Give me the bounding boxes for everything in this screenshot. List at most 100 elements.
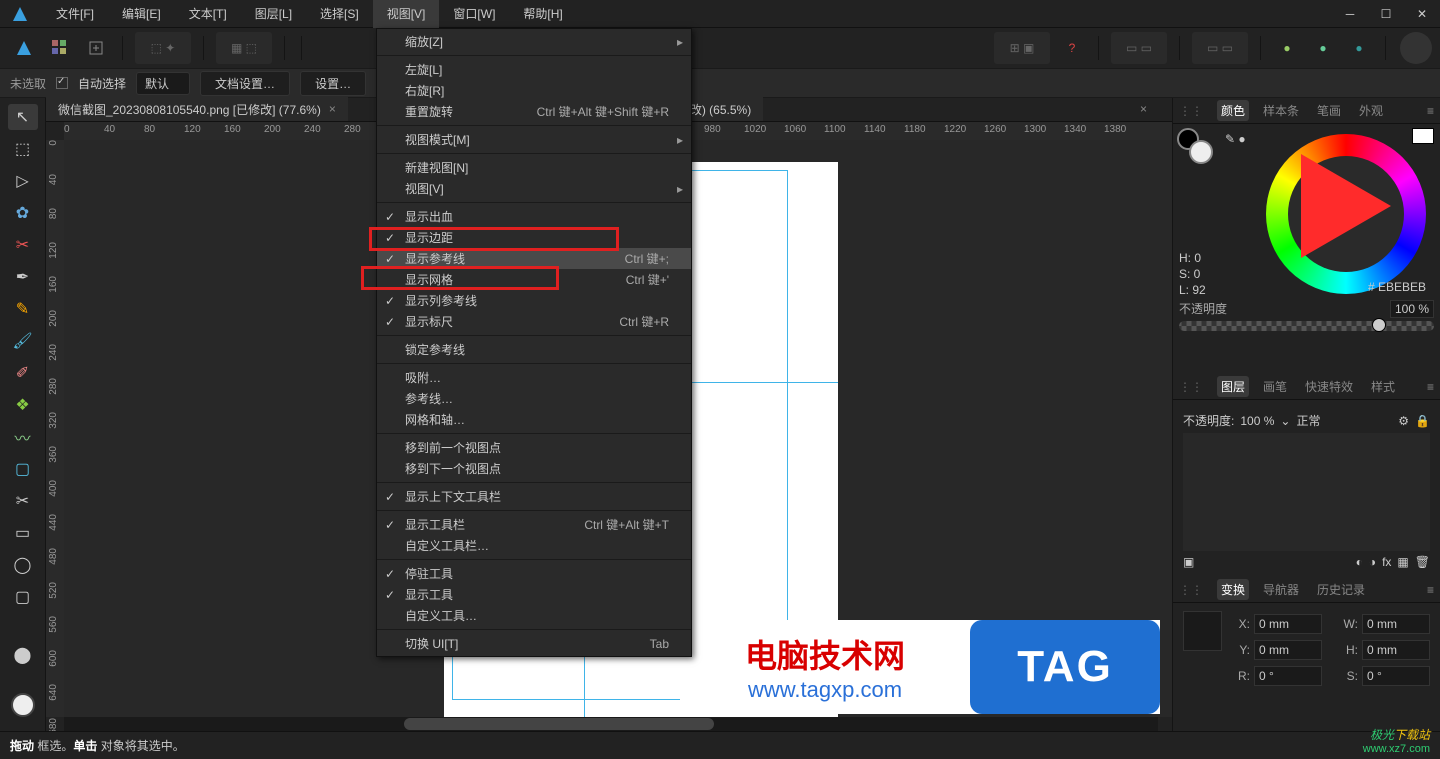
account-avatar[interactable] <box>1400 32 1432 64</box>
tab-navigator[interactable]: 导航器 <box>1259 579 1303 600</box>
node-tool[interactable]: ▷ <box>8 168 38 194</box>
menu-item-show-tools[interactable]: ✓显示工具 <box>377 584 691 605</box>
ellipse-tool[interactable]: ◯ <box>8 552 38 578</box>
toolbar-align[interactable]: ⊞ ▣ <box>994 32 1050 64</box>
panel-grip-icon[interactable]: ⋮⋮ <box>1179 380 1203 394</box>
transform-h[interactable]: 0 mm <box>1362 640 1430 660</box>
menu-item-toggle-ui[interactable]: 切换 UI[T]Tab <box>377 633 691 654</box>
layer-fx-icon[interactable]: fx <box>1382 555 1391 569</box>
tab-layers[interactable]: 图层 <box>1217 376 1249 397</box>
panel-menu-icon[interactable]: ≡ <box>1427 380 1434 394</box>
menu-item-show-bleed[interactable]: ✓显示出血 <box>377 206 691 227</box>
gear-tool-icon[interactable]: ✿ <box>8 200 38 226</box>
menu-item-show-toolbar[interactable]: ✓显示工具栏Ctrl 键+Alt 键+T <box>377 514 691 535</box>
toolbar-circle-3-icon[interactable]: ● <box>1343 32 1375 64</box>
transform-w[interactable]: 0 mm <box>1362 614 1430 634</box>
opacity-slider[interactable] <box>1179 321 1434 331</box>
menu-file[interactable]: 文件[F] <box>42 0 108 28</box>
brush-tool[interactable]: 🖌 <box>8 328 38 354</box>
transform-r[interactable]: 0 ° <box>1254 666 1322 686</box>
layer-settings-icon[interactable]: ⚙ <box>1398 414 1409 428</box>
persona-pixel-icon[interactable] <box>44 32 76 64</box>
current-color-swatch[interactable] <box>1412 128 1434 144</box>
persona-designer-icon[interactable] <box>8 32 40 64</box>
tab-2-close-icon[interactable]: × <box>1140 102 1147 116</box>
menu-item-guides-dialog[interactable]: 参考线… <box>377 388 691 409</box>
transform-y[interactable]: 0 mm <box>1254 640 1322 660</box>
horizontal-scrollbar[interactable] <box>64 717 1158 731</box>
layer-lock-icon[interactable]: 🔒 <box>1415 414 1430 428</box>
crop-tool[interactable]: ✂ <box>8 488 38 514</box>
menu-item-snap[interactable]: 吸附… <box>377 367 691 388</box>
shapes-tool[interactable]: ❖ <box>8 392 38 418</box>
menu-item-show-grid[interactable]: 显示网格Ctrl 键+' <box>377 269 691 290</box>
menu-layer[interactable]: 图层[L] <box>241 0 306 28</box>
layer-adjust-icon[interactable]: ◑ <box>1369 555 1376 569</box>
menu-item-new-view[interactable]: 新建视图[N] <box>377 157 691 178</box>
menu-item-reset-rotation[interactable]: 重置旋转Ctrl 键+Alt 键+Shift 键+R <box>377 101 691 122</box>
eyedropper-tool[interactable]: ✐ <box>8 360 38 386</box>
knife-tool[interactable]: ✂ <box>8 232 38 258</box>
document-settings-button[interactable]: 文档设置… <box>200 71 290 96</box>
tab-stroke[interactable]: 笔画 <box>1313 100 1345 121</box>
menu-item-grid-axis[interactable]: 网格和轴… <box>377 409 691 430</box>
window-minimize[interactable]: ─ <box>1332 0 1368 28</box>
eyedropper-icon[interactable]: ✎ ● <box>1225 132 1246 146</box>
layer-delete-icon[interactable]: 🗑 <box>1415 555 1430 569</box>
menu-edit[interactable]: 编辑[E] <box>108 0 175 28</box>
tab-history[interactable]: 历史记录 <box>1313 579 1369 600</box>
auto-select-checkbox[interactable] <box>56 77 68 89</box>
menu-text[interactable]: 文本[T] <box>175 0 241 28</box>
layer-btn-1[interactable]: ▣ <box>1183 555 1194 569</box>
menu-item-show-margins[interactable]: ✓显示边距 <box>377 227 691 248</box>
opacity-value[interactable]: 100 % <box>1390 300 1434 318</box>
tab-swatches[interactable]: 样本条 <box>1259 100 1303 121</box>
toolbar-circle-1-icon[interactable]: ● <box>1271 32 1303 64</box>
color-wheel[interactable] <box>1266 134 1426 294</box>
toolbar-help-icon[interactable]: ? <box>1056 32 1088 64</box>
blend-mode-dropdown[interactable]: 正常 <box>1296 412 1320 429</box>
tab-transform[interactable]: 变换 <box>1217 579 1249 600</box>
menu-item-custom-toolbar[interactable]: 自定义工具栏… <box>377 535 691 556</box>
layer-opacity-value[interactable]: 100 % <box>1240 414 1274 428</box>
window-maximize[interactable]: ☐ <box>1368 0 1404 28</box>
color-swatch[interactable] <box>11 693 35 717</box>
menu-window[interactable]: 窗口[W] <box>439 0 509 28</box>
persona-export-icon[interactable] <box>80 32 112 64</box>
menu-item-rotate-right[interactable]: 右旋[R] <box>377 80 691 101</box>
toolbar-group-4[interactable]: ▭ ▭ <box>1192 32 1248 64</box>
panel-menu-icon[interactable]: ≡ <box>1427 104 1434 118</box>
hand-tool[interactable]: ⬤ <box>8 642 38 668</box>
panel-grip-icon[interactable]: ⋮⋮ <box>1179 583 1203 597</box>
menu-view[interactable]: 视图[V] <box>373 0 440 28</box>
toolbar-group-3[interactable]: ▭ ▭ <box>1111 32 1167 64</box>
tab-appearance[interactable]: 外观 <box>1355 100 1387 121</box>
layer-add-icon[interactable]: ▦ <box>1397 555 1408 569</box>
tab-1-close-icon[interactable]: × <box>329 102 336 116</box>
document-tab-1[interactable]: 微信截图_20230808105540.png [已修改] (77.6%) × <box>46 97 348 121</box>
toolbar-group-2[interactable]: ▦ ⬚ <box>216 32 272 64</box>
toolbar-circle-2-icon[interactable]: ● <box>1307 32 1339 64</box>
pencil-tool[interactable]: ✎ <box>8 296 38 322</box>
image-tool[interactable]: ▢ <box>8 456 38 482</box>
hex-value[interactable]: # EBEBEB <box>1368 280 1426 294</box>
window-close[interactable]: ✕ <box>1404 0 1440 28</box>
menu-item-custom-tools[interactable]: 自定义工具… <box>377 605 691 626</box>
transform-s[interactable]: 0 ° <box>1362 666 1430 686</box>
rounded-rect-tool[interactable]: ▢ <box>8 584 38 610</box>
fx-tool[interactable]: 〰 <box>8 424 38 450</box>
tab-fx[interactable]: 快速特效 <box>1301 376 1357 397</box>
tab-styles[interactable]: 样式 <box>1367 376 1399 397</box>
tab-brushes[interactable]: 画笔 <box>1259 376 1291 397</box>
settings-button[interactable]: 设置… <box>300 71 366 96</box>
fill-stroke-swatches[interactable] <box>1177 128 1217 168</box>
panel-menu-icon[interactable]: ≡ <box>1427 583 1434 597</box>
layers-list[interactable] <box>1183 433 1430 551</box>
move-tool[interactable]: ↖ <box>8 104 38 130</box>
menu-item-show-col-guides[interactable]: ✓显示列参考线 <box>377 290 691 311</box>
rectangle-tool[interactable]: ▭ <box>8 520 38 546</box>
menu-item-zoom[interactable]: 缩放[Z]▸ <box>377 31 691 52</box>
menu-item-show-ctx-toolbar[interactable]: ✓显示上下文工具栏 <box>377 486 691 507</box>
layer-mask-icon[interactable]: ◐ <box>1356 555 1363 569</box>
tab-color[interactable]: 颜色 <box>1217 100 1249 121</box>
